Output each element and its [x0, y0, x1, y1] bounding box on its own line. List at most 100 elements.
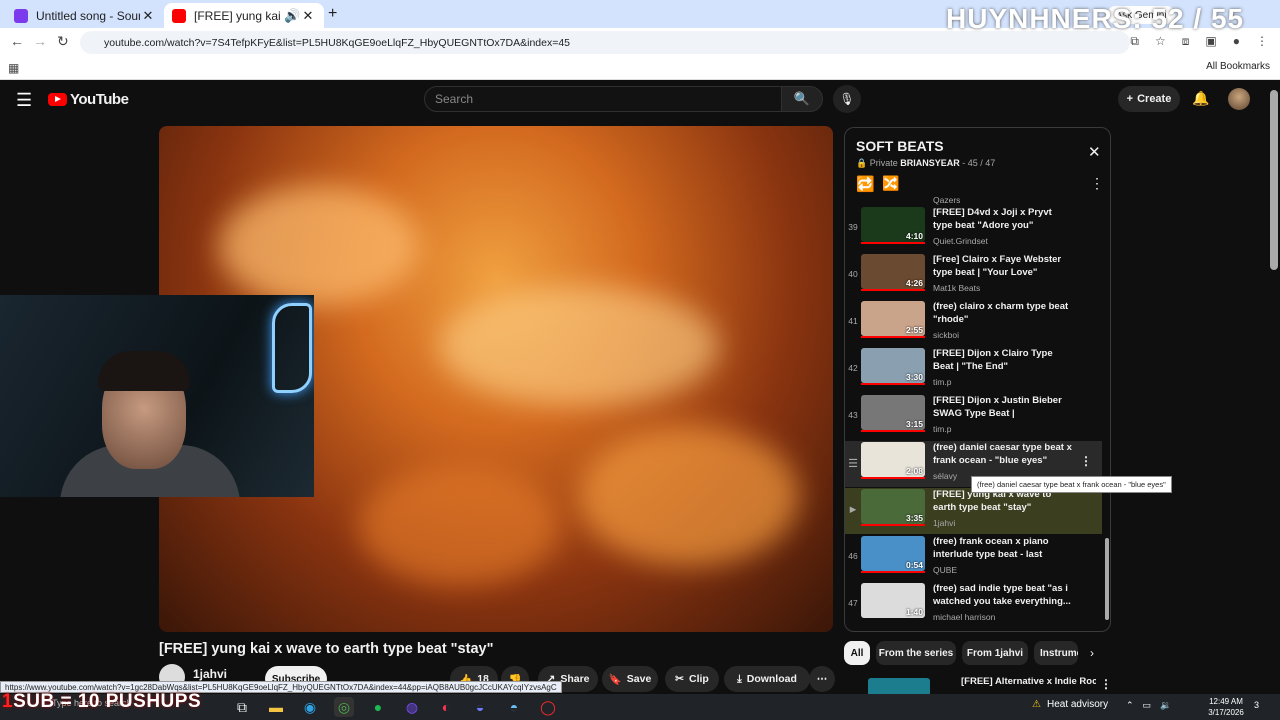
app-icon[interactable]: ◐ — [436, 697, 456, 717]
discord-icon[interactable]: ◒ — [470, 697, 490, 717]
list-item[interactable]: 47 1:40 (free) sad indie type beat "as i… — [845, 582, 1102, 628]
item-title-tooltip: (free) daniel caesar type beat x frank o… — [971, 476, 1172, 493]
apps-grid-icon[interactable]: ▦ — [8, 61, 19, 75]
watched-progress-bar — [861, 289, 925, 291]
list-item-now-playing[interactable]: ▶ 3:35 [FREE] yung kai x wave to earth t… — [845, 488, 1102, 534]
more-vertical-icon[interactable]: ⋮ — [1090, 175, 1104, 192]
clock-date: 3/17/2026 — [1208, 708, 1244, 717]
item-thumbnail: 4:26 — [861, 254, 925, 289]
hamburger-menu-icon[interactable]: ☰ — [16, 90, 32, 111]
youtube-logo[interactable]: YouTube — [48, 91, 129, 108]
playlist-privacy: Private — [869, 158, 898, 168]
item-duration: 3:15 — [905, 419, 923, 429]
tab-youtube[interactable]: [FREE] yung kai x wave to e 🔊 ✕ — [164, 3, 324, 28]
soundtrap-favicon-icon — [14, 8, 28, 23]
chevron-right-icon[interactable]: › — [1090, 646, 1094, 660]
shuffle-icon[interactable]: 🔀 — [882, 175, 899, 192]
profile-icon[interactable]: ● — [1233, 34, 1240, 49]
playlist-scrollbar[interactable] — [1105, 538, 1109, 620]
list-item[interactable]: 39 4:10 [FREE] D4vd x Joji x Pryvt type … — [845, 206, 1102, 252]
item-index: 47 — [848, 598, 858, 608]
voice-search-button[interactable]: 🎙 — [833, 85, 861, 113]
notifications-bell-icon[interactable]: 🔔 — [1192, 90, 1209, 107]
network-icon[interactable]: ▭ — [1143, 700, 1152, 711]
loop-icon[interactable]: 🔁 — [856, 175, 875, 193]
all-bookmarks-link[interactable]: All Bookmarks — [1206, 61, 1270, 72]
stream-pushups-overlay: 1SUB = 10 PUSHUPS — [2, 691, 201, 713]
playlist-title[interactable]: SOFT BEATS — [856, 138, 944, 154]
user-avatar[interactable] — [1228, 88, 1250, 110]
recommended-item[interactable]: [FREE] Alternative x Indie Rock Type Bea… — [844, 676, 1114, 696]
extensions-icon[interactable]: ⧈ — [1182, 34, 1190, 49]
tab-soundtrap[interactable]: Untitled song - Soundtrap ✕ — [6, 3, 164, 28]
weather-widget[interactable]: ⚠ Heat advisory — [1032, 699, 1108, 710]
obs-icon[interactable]: ◍ — [402, 697, 422, 717]
list-item[interactable]: 40 4:26 [Free] Clairo x Faye Webster typ… — [845, 253, 1102, 299]
spotify-icon[interactable]: ● — [368, 697, 388, 717]
item-duration: 1:40 — [905, 607, 923, 617]
download-button[interactable]: ⤓ Download — [724, 666, 810, 692]
list-item[interactable]: 46 0:54 (free) frank ocean x piano inter… — [845, 535, 1102, 581]
notification-count[interactable]: 3 — [1254, 700, 1259, 710]
opera-icon[interactable]: ◯ — [538, 697, 558, 717]
item-more-icon[interactable]: ⋮ — [1080, 454, 1092, 468]
save-button[interactable]: 🔖 Save — [602, 666, 658, 692]
item-channel: QUBE — [933, 565, 958, 575]
audio-icon[interactable]: 🔊 — [284, 8, 300, 24]
chip-from-channel[interactable]: From 1jahvi — [962, 641, 1028, 665]
tab-close-icon[interactable]: ✕ — [140, 8, 156, 24]
list-item-channel: Qazers — [933, 195, 961, 205]
search-button[interactable]: 🔍 — [781, 86, 823, 112]
taskbar-clock[interactable]: 12:49 AM 3/17/2026 — [1204, 696, 1248, 718]
playlist-owner[interactable]: BRIANSYEAR — [900, 158, 960, 168]
volume-icon[interactable]: 🔉 — [1160, 700, 1171, 711]
search-input[interactable]: Search — [424, 86, 782, 112]
item-duration: 4:10 — [905, 231, 923, 241]
page-scrollbar[interactable] — [1270, 90, 1278, 270]
playlist-meta: 🔒 Private BRIANSYEAR - 45 / 47 — [856, 158, 995, 169]
search-icon: 🔍 — [793, 91, 811, 106]
tab-title: [FREE] yung kai x wave to e — [194, 8, 284, 23]
plus-icon: + — [1126, 93, 1134, 105]
reload-icon[interactable]: ↻ — [57, 33, 69, 50]
clip-button[interactable]: ✂ Clip — [665, 666, 719, 692]
chrome-icon[interactable]: ◎ — [334, 697, 354, 717]
drag-handle-icon[interactable]: ☰ — [845, 457, 861, 470]
chip-instrumental[interactable]: Instrumental — [1034, 641, 1078, 665]
chip-from-series[interactable]: From the series — [876, 641, 956, 665]
item-more-icon[interactable]: ⋮ — [1100, 677, 1112, 691]
item-duration: 3:35 — [905, 513, 923, 523]
watched-progress-bar — [861, 430, 925, 432]
chevron-up-icon[interactable]: ⌃ — [1126, 700, 1134, 711]
file-explorer-icon[interactable]: ▬ — [266, 697, 286, 717]
new-tab-button[interactable]: + — [328, 5, 337, 23]
edge-icon[interactable]: ◉ — [300, 697, 320, 717]
install-icon[interactable]: ⧉ — [1130, 34, 1139, 49]
sidebar-icon[interactable]: ▣ — [1205, 34, 1216, 49]
video-title: [FREE] yung kai x wave to earth type bea… — [159, 641, 494, 657]
item-index: 42 — [848, 363, 858, 373]
channel-name[interactable]: 1jahvi — [193, 667, 227, 681]
item-title: (free) clairo x charm type beat "rhode" — [933, 301, 1069, 325]
chip-all[interactable]: All — [844, 641, 870, 665]
item-thumbnail: 3:30 — [861, 348, 925, 383]
share-label: Share — [560, 673, 590, 685]
item-index: 46 — [848, 551, 858, 561]
tab-close-icon[interactable]: ✕ — [300, 8, 316, 24]
forward-arrow-icon[interactable]: → — [33, 33, 47, 49]
close-icon[interactable]: ✕ — [1088, 143, 1101, 161]
bookmark-star-icon[interactable]: ☆ — [1155, 34, 1166, 49]
item-title: [FREE] Dijon x Clairo Type Beat | "The E… — [933, 348, 1053, 372]
task-view-icon[interactable]: ⧉ — [232, 697, 252, 717]
webcam-overlay — [0, 295, 314, 497]
list-item[interactable]: 41 2:55 (free) clairo x charm type beat … — [845, 300, 1102, 346]
list-item[interactable]: 42 3:30 [FREE] Dijon x Clairo Type Beat … — [845, 347, 1102, 393]
more-actions-button[interactable]: ⋯ — [809, 666, 835, 692]
back-arrow-icon[interactable]: ← — [10, 33, 24, 49]
item-title: (free) sad indie type beat "as i watched… — [933, 583, 1071, 607]
menu-icon[interactable]: ⋮ — [1256, 34, 1268, 49]
item-channel: tim.p — [933, 377, 952, 387]
steam-icon[interactable]: ◓ — [504, 697, 524, 717]
create-button[interactable]: + Create — [1118, 86, 1180, 112]
list-item[interactable]: 43 3:15 [FREE] Dijon x Justin Bieber SWA… — [845, 394, 1102, 440]
